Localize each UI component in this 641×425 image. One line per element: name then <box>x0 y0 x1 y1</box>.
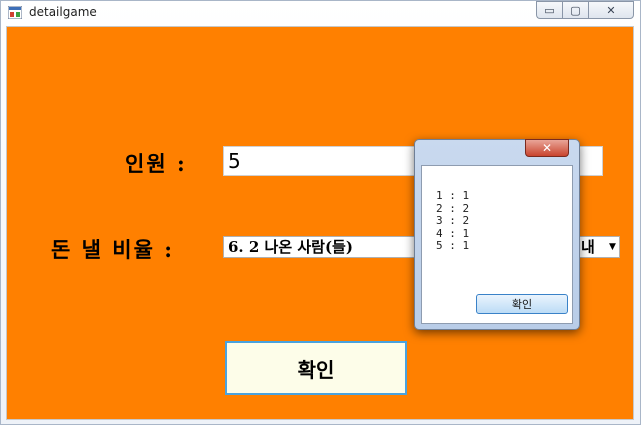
result-line: 5 : 1 <box>436 239 470 252</box>
ratio-selected-tail: 내 <box>581 238 595 256</box>
close-icon: ✕ <box>541 141 553 155</box>
window-title: detailgame <box>29 5 97 19</box>
minimize-button[interactable]: ▭ <box>536 1 562 19</box>
dialog-ok-label: 확인 <box>511 298 533 311</box>
close-icon: ✕ <box>606 3 616 17</box>
result-line: 3 : 2 <box>436 214 470 227</box>
dialog-close-button[interactable]: ✕ <box>525 139 569 157</box>
confirm-button[interactable]: 확인 <box>225 341 407 395</box>
result-dialog: ✕ 1 : 1 2 : 2 3 : 2 4 : 1 5 : 1 확인 <box>414 139 580 330</box>
app-icon <box>8 6 22 19</box>
chevron-down-icon[interactable]: ▼ <box>606 237 619 257</box>
title-bar[interactable]: detailgame ▭ ▢ ✕ <box>1 1 640 25</box>
maximize-icon: ▢ <box>570 3 581 17</box>
close-button[interactable]: ✕ <box>588 1 634 19</box>
dialog-ok-button[interactable]: 확인 <box>476 294 568 314</box>
people-label: 인원 : <box>125 151 187 176</box>
main-window: detailgame ▭ ▢ ✕ 인원 : 5 돈 낼 비율 : 6. 2 나온… <box>0 0 641 425</box>
maximize-button[interactable]: ▢ <box>562 1 588 19</box>
dialog-body: 1 : 1 2 : 2 3 : 2 4 : 1 5 : 1 확인 <box>421 165 573 324</box>
result-list: 1 : 1 2 : 2 3 : 2 4 : 1 5 : 1 <box>436 189 470 253</box>
confirm-button-label: 확인 <box>297 357 335 382</box>
result-line: 1 : 1 <box>436 189 470 202</box>
ratio-selected-value: 6. 2 나온 사람(들) <box>228 238 353 256</box>
minimize-icon: ▭ <box>544 3 555 17</box>
ratio-label: 돈 낼 비율 : <box>51 237 174 262</box>
window-controls: ▭ ▢ ✕ <box>536 1 634 19</box>
